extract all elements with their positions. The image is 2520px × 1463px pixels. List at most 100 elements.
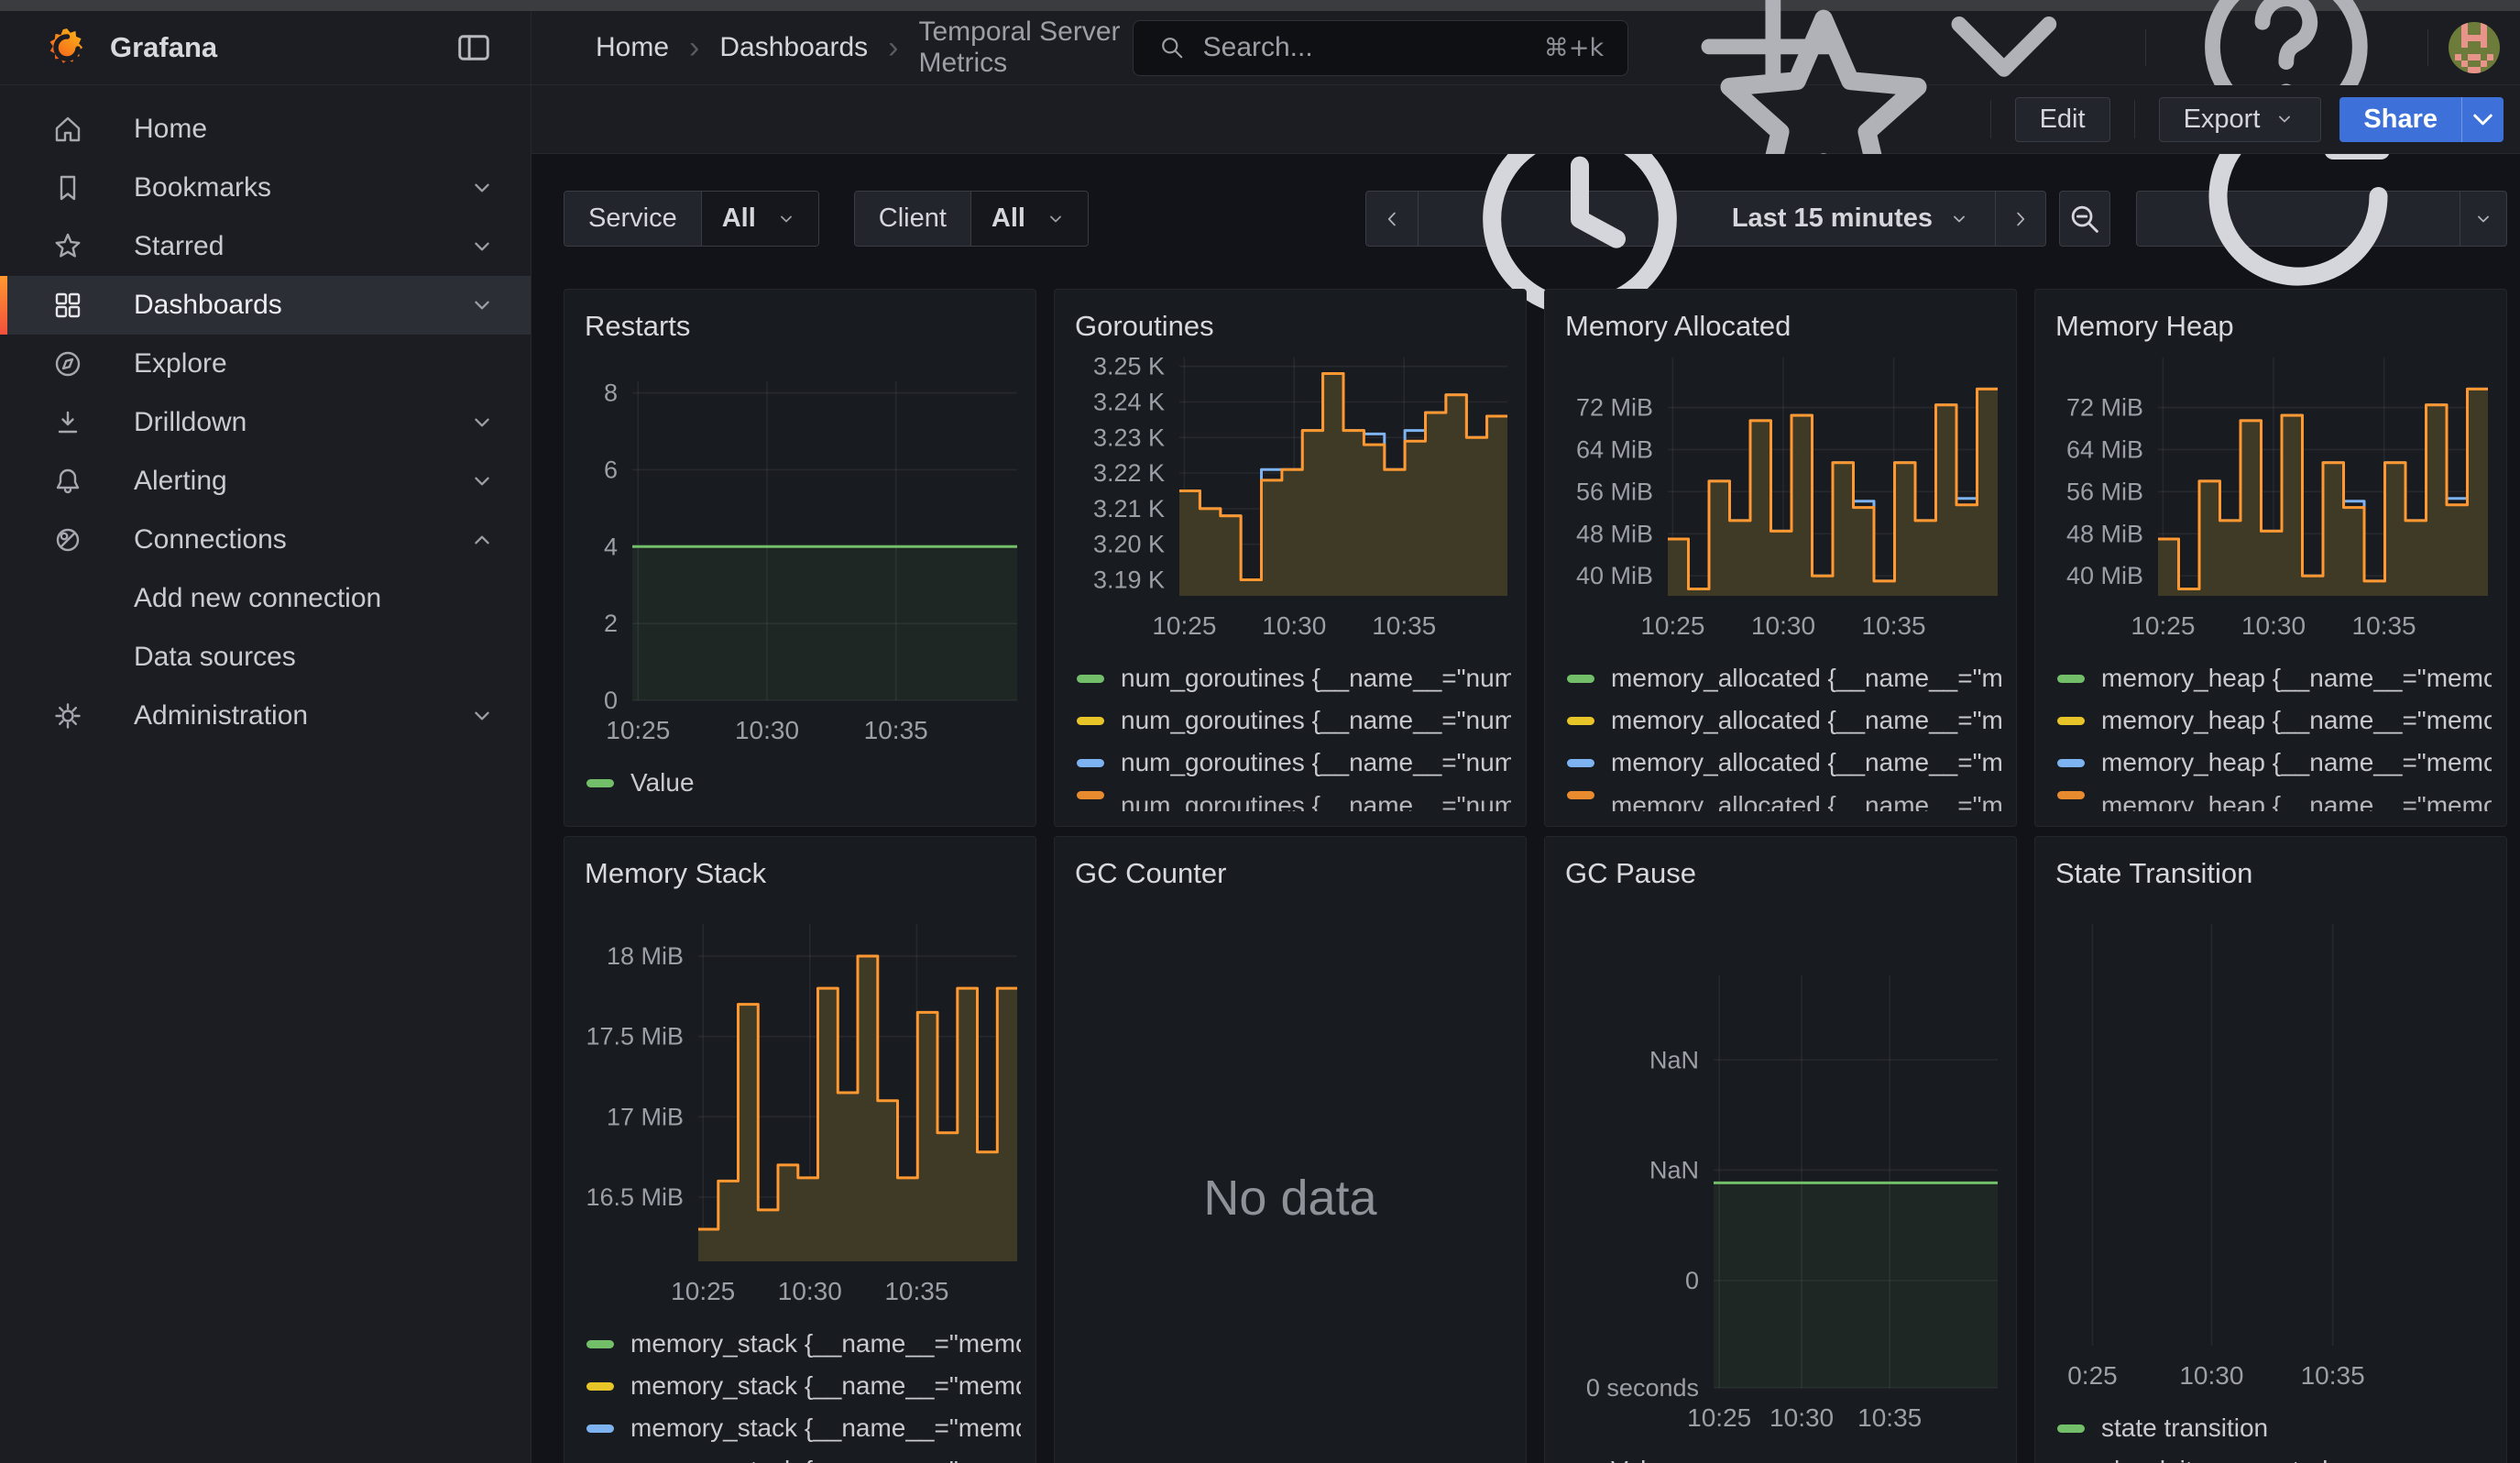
panel-legend: state transition shard_item_created [2050,1414,2492,1463]
legend-series-label[interactable]: memory_allocated {__name__="memo [1611,707,2001,734]
chevron-down-icon[interactable] [466,290,498,321]
legend-series-label[interactable]: memory_heap {__name__="memory_h [2101,707,2492,734]
sidebar-item-home[interactable]: Home [0,100,531,159]
legend-series-marker [2057,759,2085,767]
chevron-down-icon [2273,107,2296,131]
svg-text:10:30: 10:30 [1751,611,1815,640]
legend-item: memory_heap {__name__="memory_h [2057,665,2492,692]
legend-series-marker [586,1340,614,1348]
svg-text:6: 6 [604,456,618,483]
chevron-up-icon[interactable] [466,524,498,556]
sidebar-item-dashboards[interactable]: Dashboards [0,276,531,335]
legend-series-label[interactable]: Value [630,769,695,797]
chevron-right-icon [2009,207,2032,231]
sidebar-item-administration[interactable]: Administration [0,687,531,745]
share-button[interactable]: Share [2339,97,2461,142]
sidebar-item-explore[interactable]: Explore [0,335,531,393]
panel-title[interactable]: Goroutines [1075,310,1511,343]
panel-title[interactable]: Memory Heap [2055,310,2492,343]
legend-series-marker [586,1382,614,1391]
panel-title[interactable]: GC Pause [1565,857,2001,890]
svg-text:64 MiB: 64 MiB [1576,435,1653,463]
breadcrumb-item-home[interactable]: Home [596,32,669,63]
svg-text:10:35: 10:35 [1857,1403,1922,1432]
chevron-down-icon[interactable] [466,407,498,438]
refresh-interval-button[interactable] [2460,191,2507,247]
chevron-down-icon[interactable] [466,172,498,204]
legend-item: memory_stack {__name__="memory_s [586,1414,1021,1442]
sidebar-item-connections[interactable]: Connections [0,511,531,569]
sidebar-item-add-new-connection[interactable]: Add new connection [0,569,531,628]
panel-memory-stack: Memory Stack18 MiB17.5 MiB17 MiB16.5 MiB… [564,836,1036,1463]
variable-value-dropdown[interactable]: All [970,192,1088,246]
sidebar-item-label: Explore [134,348,227,380]
panel-title[interactable]: State Transition [2055,857,2492,890]
variable-value: All [722,204,756,234]
search-input[interactable]: Search... ⌘+k [1133,20,1629,76]
legend-series-label[interactable]: memory_stack {__name__="memory_s [630,1330,1021,1358]
legend-series-label[interactable]: num_goroutines {__name__="num_go [1121,707,1511,734]
chevron-down-icon[interactable] [466,466,498,497]
grid-icon [51,289,84,322]
chart: 8642010:2510:3010:35 [579,381,1021,753]
sidebar: Grafana HomeBookmarksStarredDashboardsEx… [0,11,531,1463]
avatar[interactable] [2449,22,2500,73]
bell-icon [51,465,84,498]
legend-series-marker [1077,675,1104,683]
panel-title[interactable]: GC Counter [1075,857,1511,890]
time-range-picker[interactable]: Last 15 minutes [1418,191,1996,247]
sidebar-item-starred[interactable]: Starred [0,217,531,276]
chevron-down-icon [1947,207,1971,231]
variable-value-dropdown[interactable]: All [701,192,818,246]
legend-series-label[interactable]: memory_stack {__name__="memory_s [630,1414,1021,1442]
compass-icon [51,347,84,380]
svg-text:10:25: 10:25 [1687,1403,1751,1432]
dashboard-content: ServiceAll ClientAll Last 15 minutes Refr… [531,154,2520,1463]
sidebar-nav: HomeBookmarksStarredDashboards Explore Dri… [0,85,531,745]
sidebar-item-alerting[interactable]: Alerting [0,452,531,511]
share-menu-button[interactable] [2461,97,2504,142]
sidebar-item-data-sources[interactable]: Data sources [0,628,531,687]
chevron-down-icon [1044,207,1068,231]
chevron-down-icon[interactable] [466,700,498,732]
sidebar-item-drilldown[interactable]: Drilldown [0,393,531,452]
legend-series-label[interactable]: memory_stack {__name__="memory_s [630,1457,1021,1463]
share-split-button: Share [2339,97,2504,142]
panel-title[interactable]: Memory Allocated [1565,310,2001,343]
svg-text:10:30: 10:30 [735,716,799,744]
svg-text:10:35: 10:35 [864,716,928,744]
divider [2134,100,2135,138]
export-button[interactable]: Export [2159,97,2322,142]
breadcrumb-item-dashboards[interactable]: Dashboards [719,32,868,63]
panel-title[interactable]: Memory Stack [585,857,1021,890]
sidebar-toggle-button[interactable] [454,28,494,68]
legend-series-label[interactable]: memory_heap {__name__="memory_h [2101,791,2492,811]
svg-text:40 MiB: 40 MiB [1576,562,1653,589]
legend-series-label[interactable]: Value [1611,1457,1675,1463]
edit-button[interactable]: Edit [2015,97,2110,142]
legend-series-label[interactable]: num_goroutines {__name__="num_go [1121,749,1511,776]
legend-series-label[interactable]: state transition [2101,1414,2268,1442]
legend-series-label[interactable]: memory_allocated {__name__="memo [1611,791,2001,811]
refresh-button[interactable]: Refresh [2136,191,2460,247]
chevron-down-icon[interactable] [466,231,498,262]
time-back-button[interactable] [1365,191,1419,247]
svg-text:10:30: 10:30 [1262,611,1326,640]
variable-service[interactable]: ServiceAll [564,191,819,247]
legend-series-label[interactable]: memory_allocated {__name__="memo [1611,665,2001,692]
zoom-out-button[interactable] [2059,191,2110,247]
legend-series-label[interactable]: num_goroutines {__name__="num_go [1121,791,1511,811]
legend-series-label[interactable]: memory_allocated {__name__="memo [1611,749,2001,776]
variable-client[interactable]: ClientAll [854,191,1089,247]
legend-series-label[interactable]: memory_heap {__name__="memory_h [2101,665,2492,692]
legend-series-label[interactable]: memory_heap {__name__="memory_h [2101,749,2492,776]
legend-series-marker [1077,717,1104,725]
legend-series-label[interactable]: num_goroutines {__name__="num_go [1121,665,1511,692]
time-forward-button[interactable] [1995,191,2046,247]
chevron-left-icon [1380,207,1404,231]
panel-title[interactable]: Restarts [585,310,1021,343]
svg-text:4: 4 [604,533,618,560]
legend-series-label[interactable]: shard_item_created [2101,1457,2328,1463]
legend-series-label[interactable]: memory_stack {__name__="memory_s [630,1372,1021,1400]
sidebar-item-bookmarks[interactable]: Bookmarks [0,159,531,217]
